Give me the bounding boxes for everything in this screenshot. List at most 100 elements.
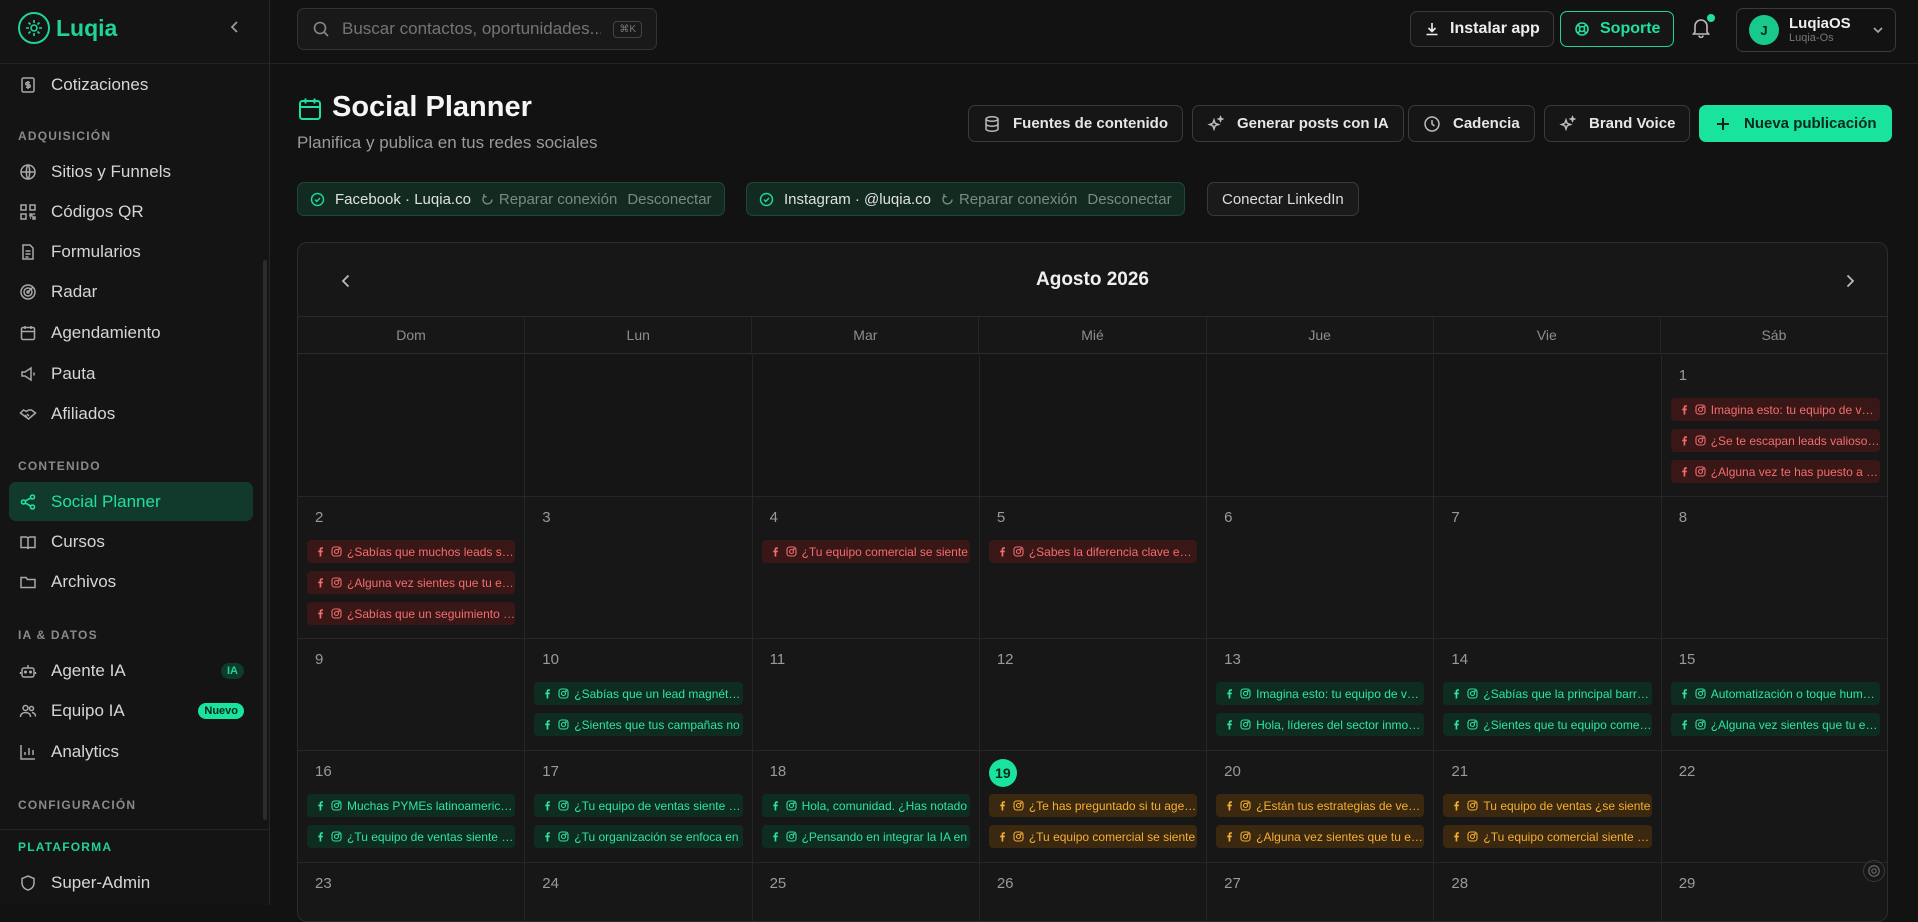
scheduled-post[interactable]: ¿Alguna vez sientes que tu equipo bbox=[307, 571, 516, 594]
calendar-day-cell[interactable]: 2 ¿Sabías que muchos leads se pierden ¿Alg… bbox=[298, 497, 526, 639]
scheduled-post[interactable]: Imagina esto: tu equipo de ventas bbox=[1216, 682, 1425, 705]
scheduled-post[interactable]: ¿Están tus estrategias de venta bbox=[1216, 794, 1425, 817]
search-input[interactable] bbox=[342, 19, 602, 39]
calendar-day-cell[interactable]: 18 Hola, comunidad. ¿Has notado ¿Pensando … bbox=[752, 751, 980, 863]
scheduled-post[interactable]: ¿Sabías que un seguimiento a tiempo bbox=[307, 602, 516, 625]
sidebar-item-cursos[interactable]: Cursos bbox=[9, 522, 253, 561]
sidebar-item-pauta[interactable]: Pauta bbox=[9, 354, 253, 393]
calendar-day-cell[interactable]: 21 Tu equipo de ventas ¿se siente ¿Tu equi… bbox=[1434, 751, 1662, 863]
scheduled-post[interactable]: ¿Tu equipo de ventas siente que bbox=[534, 794, 743, 817]
scheduled-post[interactable]: ¿Sientes que tus campañas no bbox=[534, 713, 743, 736]
scheduled-post[interactable]: ¿Alguna vez sientes que tu equipo bbox=[1670, 713, 1880, 736]
calendar-day-cell[interactable]: 8 bbox=[1661, 497, 1887, 639]
calendar-day-cell[interactable]: 3 bbox=[525, 497, 753, 639]
calendar-day-cell[interactable]: 24 bbox=[525, 863, 753, 921]
sidebar-item-analytics[interactable]: Analytics bbox=[9, 732, 253, 771]
scheduled-post[interactable]: ¿Tu organización se enfoca en bbox=[534, 825, 743, 848]
repair-connection-button[interactable]: Reparar conexión bbox=[481, 191, 617, 208]
calendar-day-cell[interactable]: 4 ¿Tu equipo comercial se siente bbox=[752, 497, 980, 639]
sidebar-scrollbar[interactable] bbox=[263, 260, 267, 820]
calendar-day-cell[interactable]: 28 bbox=[1434, 863, 1662, 921]
scheduled-post[interactable]: Imagina esto: tu equipo de ventas bbox=[1670, 398, 1880, 421]
search-box[interactable]: ⌘K bbox=[297, 8, 657, 50]
scheduled-post[interactable]: Automatización o toque humano bbox=[1670, 682, 1880, 705]
repair-connection-button[interactable]: Reparar conexión bbox=[941, 191, 1077, 208]
cadence-button[interactable]: Cadencia bbox=[1408, 105, 1535, 142]
support-button[interactable]: Soporte bbox=[1560, 11, 1675, 47]
calendar-day-cell[interactable]: 20 ¿Están tus estrategias de venta ¿Alguna… bbox=[1207, 751, 1435, 863]
sidebar-item-cotizaciones[interactable]: Cotizaciones bbox=[9, 65, 253, 104]
scheduled-post[interactable]: ¿Se te escapan leads valiosos por bbox=[1670, 429, 1880, 452]
calendar-day-cell[interactable]: 25 bbox=[753, 863, 980, 921]
sidebar-item-codigos-qr[interactable]: Códigos QR bbox=[9, 192, 253, 231]
calendar-day-cell[interactable]: 5 ¿Sabes la diferencia clave entre bbox=[979, 497, 1208, 639]
scheduled-post[interactable]: ¿Sabías que la principal barrera bbox=[1443, 682, 1652, 705]
calendar-day-cell[interactable]: 22 bbox=[1661, 751, 1887, 863]
help-lifebuoy-icon[interactable] bbox=[1863, 860, 1885, 882]
sidebar-item-radar[interactable]: Radar bbox=[9, 272, 253, 311]
sidebar-item-social-planner[interactable]: Social Planner bbox=[9, 482, 253, 521]
scheduled-post[interactable]: ¿Tu equipo de ventas siente que bbox=[307, 825, 516, 848]
disconnect-button[interactable]: Desconectar bbox=[627, 191, 711, 208]
calendar-day-cell[interactable]: 27 bbox=[1207, 863, 1435, 921]
collapse-sidebar-icon[interactable] bbox=[226, 18, 244, 36]
sidebar-item-archivos[interactable]: Archivos bbox=[9, 562, 253, 601]
calendar-day-cell[interactable]: 26 bbox=[980, 863, 1208, 921]
scheduled-post[interactable]: Muchas PYMEs latinoamericanas bbox=[307, 794, 516, 817]
brand-voice-button[interactable]: Brand Voice bbox=[1544, 105, 1691, 142]
calendar-day-cell[interactable]: 9 bbox=[298, 639, 526, 751]
sidebar-item-super-admin[interactable]: Super-Admin bbox=[9, 863, 253, 902]
calendar-day-cell[interactable]: 7 bbox=[1434, 497, 1662, 639]
scheduled-post[interactable]: ¿Sabes la diferencia clave entre bbox=[988, 540, 1198, 563]
calendar-day-cell[interactable]: 1 Imagina esto: tu equipo de ventas ¿Se te… bbox=[1661, 355, 1887, 497]
calendar-day-cell[interactable]: 14 ¿Sabías que la principal barrera ¿Sient… bbox=[1434, 639, 1662, 751]
sidebar-item-sitios-funnels[interactable]: Sitios y Funnels bbox=[9, 152, 253, 191]
calendar-day-cell[interactable]: 16 Muchas PYMEs latinoamericanas ¿Tu equip… bbox=[298, 751, 526, 863]
scheduled-post[interactable]: ¿Sientes que tu equipo comercial bbox=[1443, 713, 1652, 736]
scheduled-post[interactable]: Tu equipo de ventas ¿se siente bbox=[1443, 794, 1652, 817]
calendar-day-cell[interactable]: 17 ¿Tu equipo de ventas siente que ¿Tu org… bbox=[525, 751, 753, 863]
calendar-day-cell[interactable]: 29 bbox=[1662, 863, 1887, 921]
check-circle-icon bbox=[310, 192, 325, 207]
facebook-connection-label: Facebook · Luqia.co bbox=[335, 190, 471, 208]
scheduled-post[interactable]: ¿Sabías que muchos leads se pierden bbox=[307, 540, 516, 563]
disconnect-button[interactable]: Desconectar bbox=[1087, 191, 1171, 208]
scheduled-post[interactable]: ¿Tu equipo comercial se siente bbox=[988, 825, 1198, 848]
scheduled-post[interactable]: ¿Tu equipo comercial se siente bbox=[761, 540, 970, 563]
next-month-icon[interactable] bbox=[1840, 271, 1860, 291]
new-post-button[interactable]: Nueva publicación bbox=[1699, 105, 1892, 142]
sidebar-item-afiliados[interactable]: Afiliados bbox=[9, 394, 253, 433]
scheduled-post[interactable]: Hola, comunidad. ¿Has notado bbox=[761, 794, 970, 817]
facebook-icon bbox=[770, 546, 781, 557]
scheduled-post[interactable]: Hola, líderes del sector inmobiliario bbox=[1216, 713, 1425, 736]
scheduled-post[interactable]: ¿Pensando en integrar la IA en bbox=[761, 825, 970, 848]
calendar-day-cell[interactable]: 11 bbox=[752, 639, 980, 751]
brand[interactable]: Luqia bbox=[18, 12, 117, 44]
sidebar-item-agendamiento[interactable]: Agendamiento bbox=[9, 313, 253, 352]
calendar-day-cell[interactable]: 10 ¿Sabías que un lead magnético ¿Sientes … bbox=[525, 639, 753, 751]
scheduled-post[interactable]: ¿Alguna vez sientes que tu equipo bbox=[1216, 825, 1425, 848]
calendar-day-cell[interactable]: 23 bbox=[298, 863, 526, 921]
calendar-day-cell[interactable]: 12 bbox=[979, 639, 1208, 751]
generate-ai-posts-button[interactable]: Generar posts con IA bbox=[1192, 105, 1404, 142]
sidebar-item-formularios[interactable]: Formularios bbox=[9, 232, 253, 271]
user-menu[interactable]: J LuqiaOS Luqia-Os bbox=[1736, 8, 1896, 52]
scheduled-post[interactable]: ¿Sabías que un lead magnético bbox=[534, 682, 743, 705]
content-sources-button[interactable]: Fuentes de contenido bbox=[968, 105, 1184, 142]
sidebar-item-equipo-ia[interactable]: Equipo IA Nuevo bbox=[9, 691, 253, 730]
calendar-day-cell[interactable]: 13 Imagina esto: tu equipo de ventas Hola,… bbox=[1207, 639, 1435, 751]
scheduled-post[interactable]: ¿Alguna vez te has puesto a pensar bbox=[1670, 460, 1880, 483]
calendar-day-cell[interactable]: 6 bbox=[1207, 497, 1435, 639]
bot-icon bbox=[19, 662, 37, 680]
calendar-day-cell[interactable]: 15 Automatización o toque humano ¿Alguna v… bbox=[1661, 639, 1887, 751]
notifications-bell-icon[interactable] bbox=[1690, 14, 1715, 38]
day-number: 24 bbox=[542, 875, 559, 892]
scheduled-post[interactable]: ¿Tu equipo comercial siente que bbox=[1443, 825, 1652, 848]
connect-linkedin-button[interactable]: Conectar LinkedIn bbox=[1207, 182, 1359, 216]
search-shortcut: ⌘K bbox=[613, 20, 642, 38]
install-app-button[interactable]: Instalar app bbox=[1410, 11, 1554, 47]
sidebar-item-agente-ia[interactable]: Agente IA IA bbox=[9, 651, 253, 690]
instagram-icon bbox=[1013, 546, 1024, 557]
calendar-day-cell[interactable]: 19 ¿Te has preguntado si tu agencia ¿Tu eq… bbox=[979, 751, 1208, 863]
scheduled-post[interactable]: ¿Te has preguntado si tu agencia bbox=[988, 794, 1198, 817]
